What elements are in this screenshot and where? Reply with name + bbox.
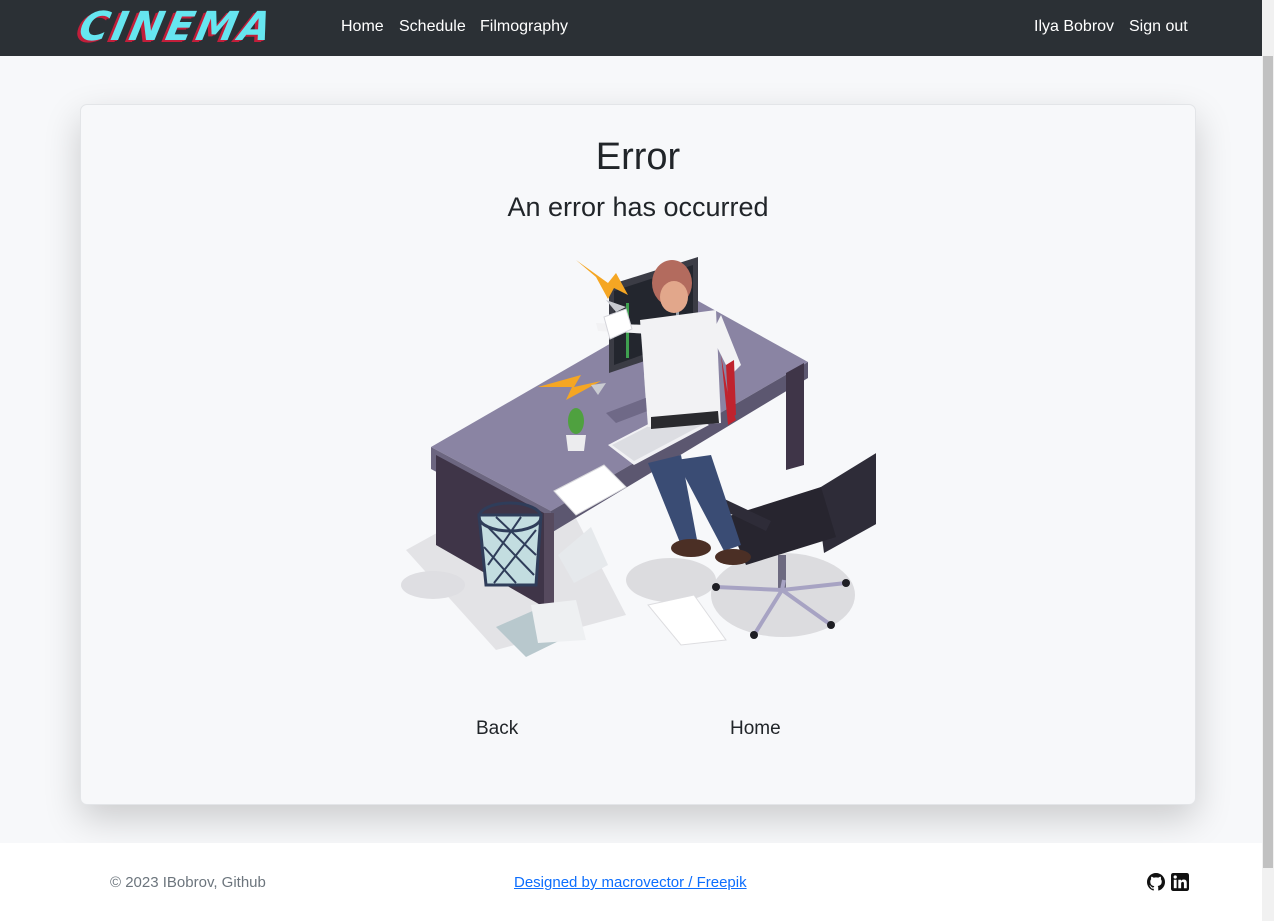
error-message: An error has occurred	[507, 192, 769, 222]
error-illustration	[401, 257, 876, 657]
footer: © 2023 IBobrov, Github Designed by macro…	[0, 843, 1262, 921]
page-scrollbar[interactable]	[1262, 0, 1274, 921]
navbar: CINEMA Home Schedule Filmography Ilya Bo…	[0, 0, 1262, 56]
user-name-link[interactable]: Ilya Bobrov	[1034, 17, 1114, 37]
brand-logo[interactable]: CINEMA	[75, 4, 317, 50]
error-card: Error An error has occurred Back Home	[80, 104, 1196, 805]
nav-link-schedule[interactable]: Schedule	[399, 17, 466, 37]
back-button[interactable]: Back	[476, 717, 518, 741]
nav-link-filmography[interactable]: Filmography	[480, 17, 568, 37]
home-button[interactable]: Home	[730, 717, 781, 741]
footer-copyright: © 2023 IBobrov, Github	[110, 874, 266, 891]
nav-link-home[interactable]: Home	[341, 17, 384, 37]
linkedin-icon[interactable]	[1171, 873, 1189, 891]
github-icon[interactable]	[1147, 873, 1165, 891]
error-title: Error	[595, 136, 681, 178]
scrollbar-thumb[interactable]	[1263, 56, 1273, 868]
footer-credit-link[interactable]: Designed by macrovector / Freepik	[514, 874, 747, 891]
sign-out-link[interactable]: Sign out	[1129, 17, 1188, 37]
